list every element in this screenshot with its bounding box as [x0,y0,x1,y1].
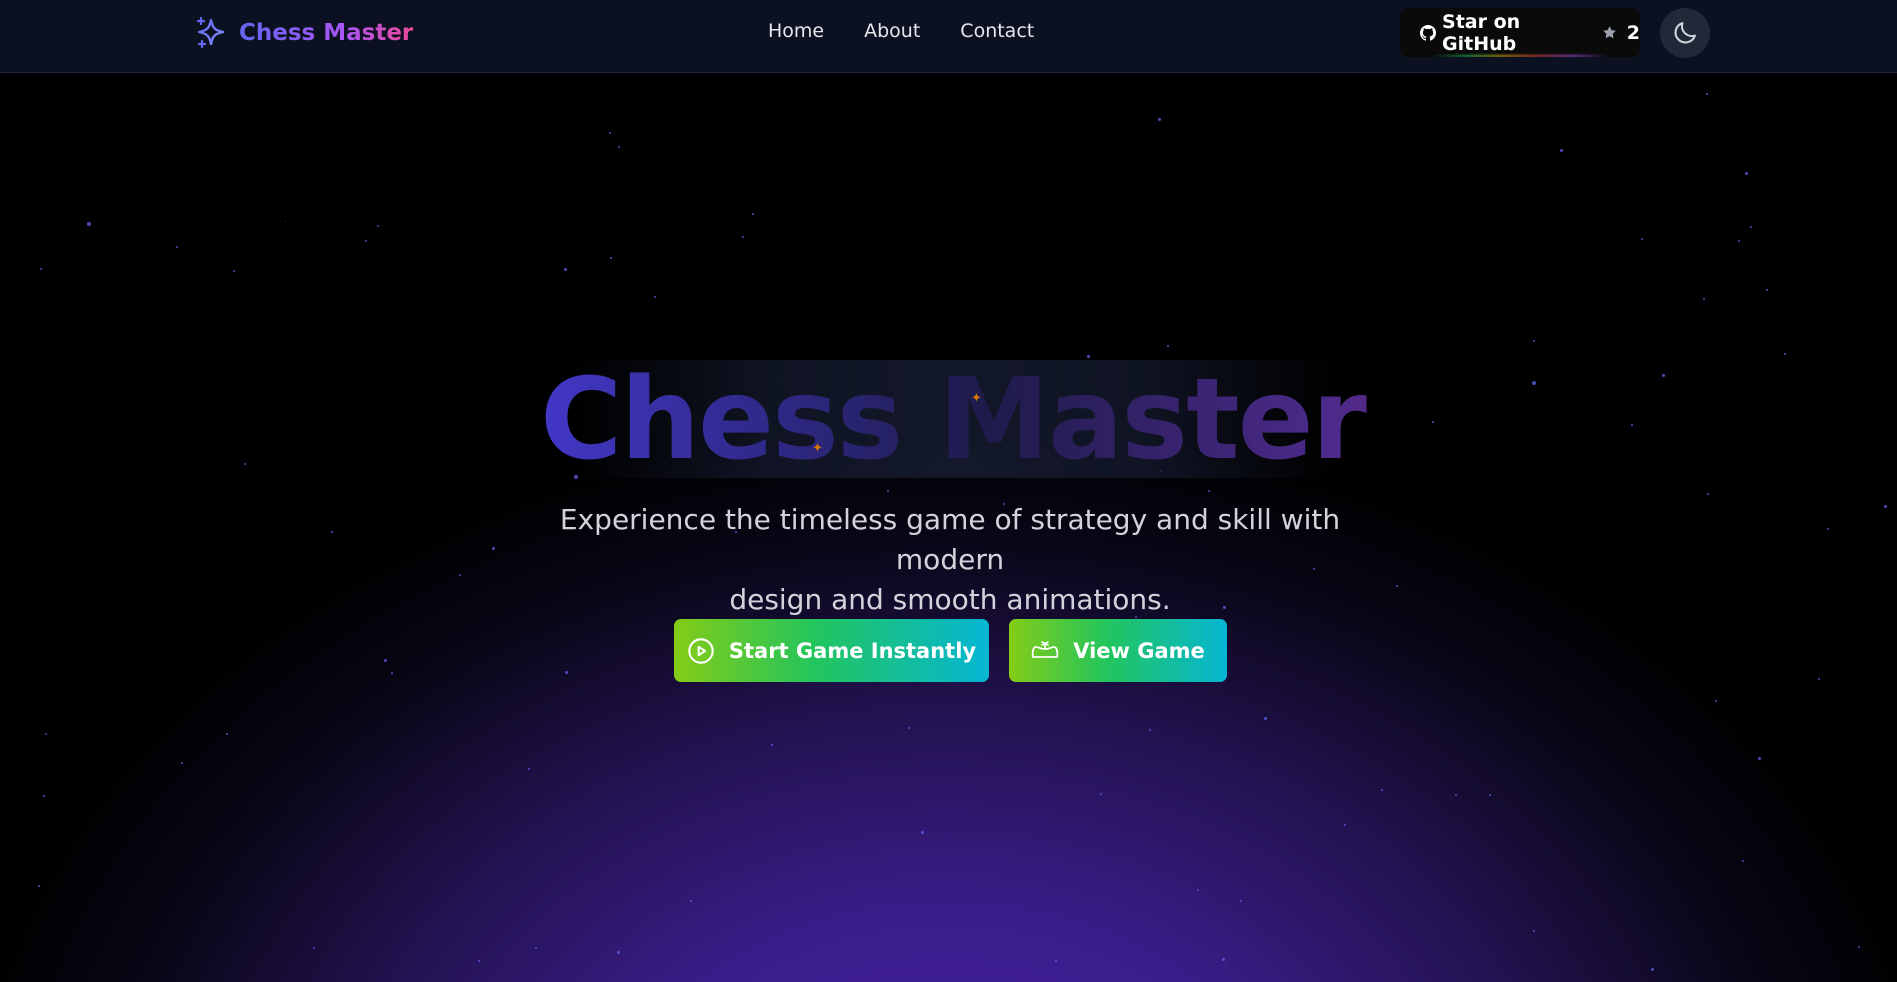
theme-toggle-button[interactable] [1660,8,1710,58]
hero-title: Chess Master [0,364,1897,476]
star-dot [226,733,228,735]
star-dot [391,672,393,674]
view-game-label: View Game [1073,638,1205,663]
nav-about-link[interactable]: About [864,20,920,42]
star-dot [564,268,567,271]
star-dot [742,236,744,238]
starfield [0,0,1897,982]
play-circle-icon [688,637,714,664]
star-dot [478,960,480,962]
star-dot [1858,946,1860,948]
star-dot [233,270,235,272]
star-dot [1167,345,1169,347]
star-dot [38,885,40,887]
star-dot [1703,298,1705,300]
star-dot [690,900,692,902]
star-dot [921,831,924,834]
star-dot [1396,585,1398,587]
star-dot [1827,528,1829,530]
star-dot [365,240,367,242]
star-dot [1818,678,1820,680]
star-dot [331,531,333,533]
star-dot [285,221,286,222]
star-dot [1158,118,1161,121]
star-dot [1745,172,1748,175]
star-dot [1742,860,1744,862]
github-star-label: Star on GitHub [1442,10,1521,55]
star-dot [40,268,42,270]
nav-home-link[interactable]: Home [768,20,824,42]
star-dot [1149,729,1151,731]
star-dot [887,490,889,492]
github-star-count: 2 [1626,21,1640,44]
star-dot [1766,289,1768,291]
hero-subtitle-line2: design and smooth animations. [729,583,1171,616]
view-game-button[interactable]: View Game [1009,619,1227,682]
star-dot [459,574,461,576]
star-dot [1884,505,1887,508]
star-dot [1707,493,1709,495]
star-dot [45,733,47,735]
star-dot [617,951,620,954]
navbar: Chess Master Home About Contact Star on … [0,0,1897,73]
star-icon [1602,26,1616,39]
star-dot [1344,824,1346,826]
star-dot [1560,149,1563,152]
star-dot [609,132,611,134]
star-dot [752,213,754,215]
star-dot [1489,794,1491,796]
star-dot [176,246,178,248]
star-dot [1706,93,1708,95]
star-dot [1758,757,1761,760]
star-dot [654,296,656,298]
star-dot [377,225,379,227]
star-dot [565,671,568,674]
star-dot [1641,238,1643,240]
start-game-button[interactable]: Start Game Instantly [674,619,989,682]
star-dot [87,222,91,226]
star-dot [1197,889,1199,891]
github-icon [1420,24,1437,41]
sparkle-icon: ✦ [812,440,823,455]
star-dot [528,768,530,770]
hero-subtitle-line1: Experience the timeless game of strategy… [559,503,1341,576]
star-dot [181,762,183,764]
star-dot [1715,700,1717,702]
nav-contact-link[interactable]: Contact [960,20,1034,42]
star-dot [1533,340,1535,342]
moon-icon [1674,22,1696,44]
star-dot [1055,960,1057,962]
hero-subtitle: Experience the timeless game of strategy… [520,500,1380,620]
star-dot [618,146,620,148]
start-game-label: Start Game Instantly [728,638,977,663]
brand-name: Chess Master [239,20,414,46]
star-dot [1455,794,1457,796]
star-dot [492,547,495,550]
gamepad-icon [1031,640,1059,658]
star-dot [1100,793,1102,795]
star-dot [1222,958,1225,961]
star-dot [771,744,773,746]
star-dot [313,947,315,949]
nav-links: Home About Contact [768,20,1034,42]
sparkle-icon: ✦ [971,390,982,405]
star-dot [1240,900,1242,902]
sparkles-icon [196,16,225,49]
star-dot [384,659,387,662]
star-dot [535,947,537,949]
star-dot [1533,930,1535,932]
brand-logo[interactable]: Chess Master [193,14,413,52]
star-dot [1264,717,1267,720]
star-dot [610,257,612,259]
github-star-button[interactable]: Star on GitHub 2 [1400,8,1640,57]
star-dot [1784,353,1786,355]
star-dot [1381,789,1383,791]
star-dot [1750,226,1752,228]
star-dot [908,727,910,729]
star-dot [43,795,45,797]
star-dot [1208,490,1210,492]
star-dot [1738,240,1740,242]
star-dot [1651,968,1654,971]
